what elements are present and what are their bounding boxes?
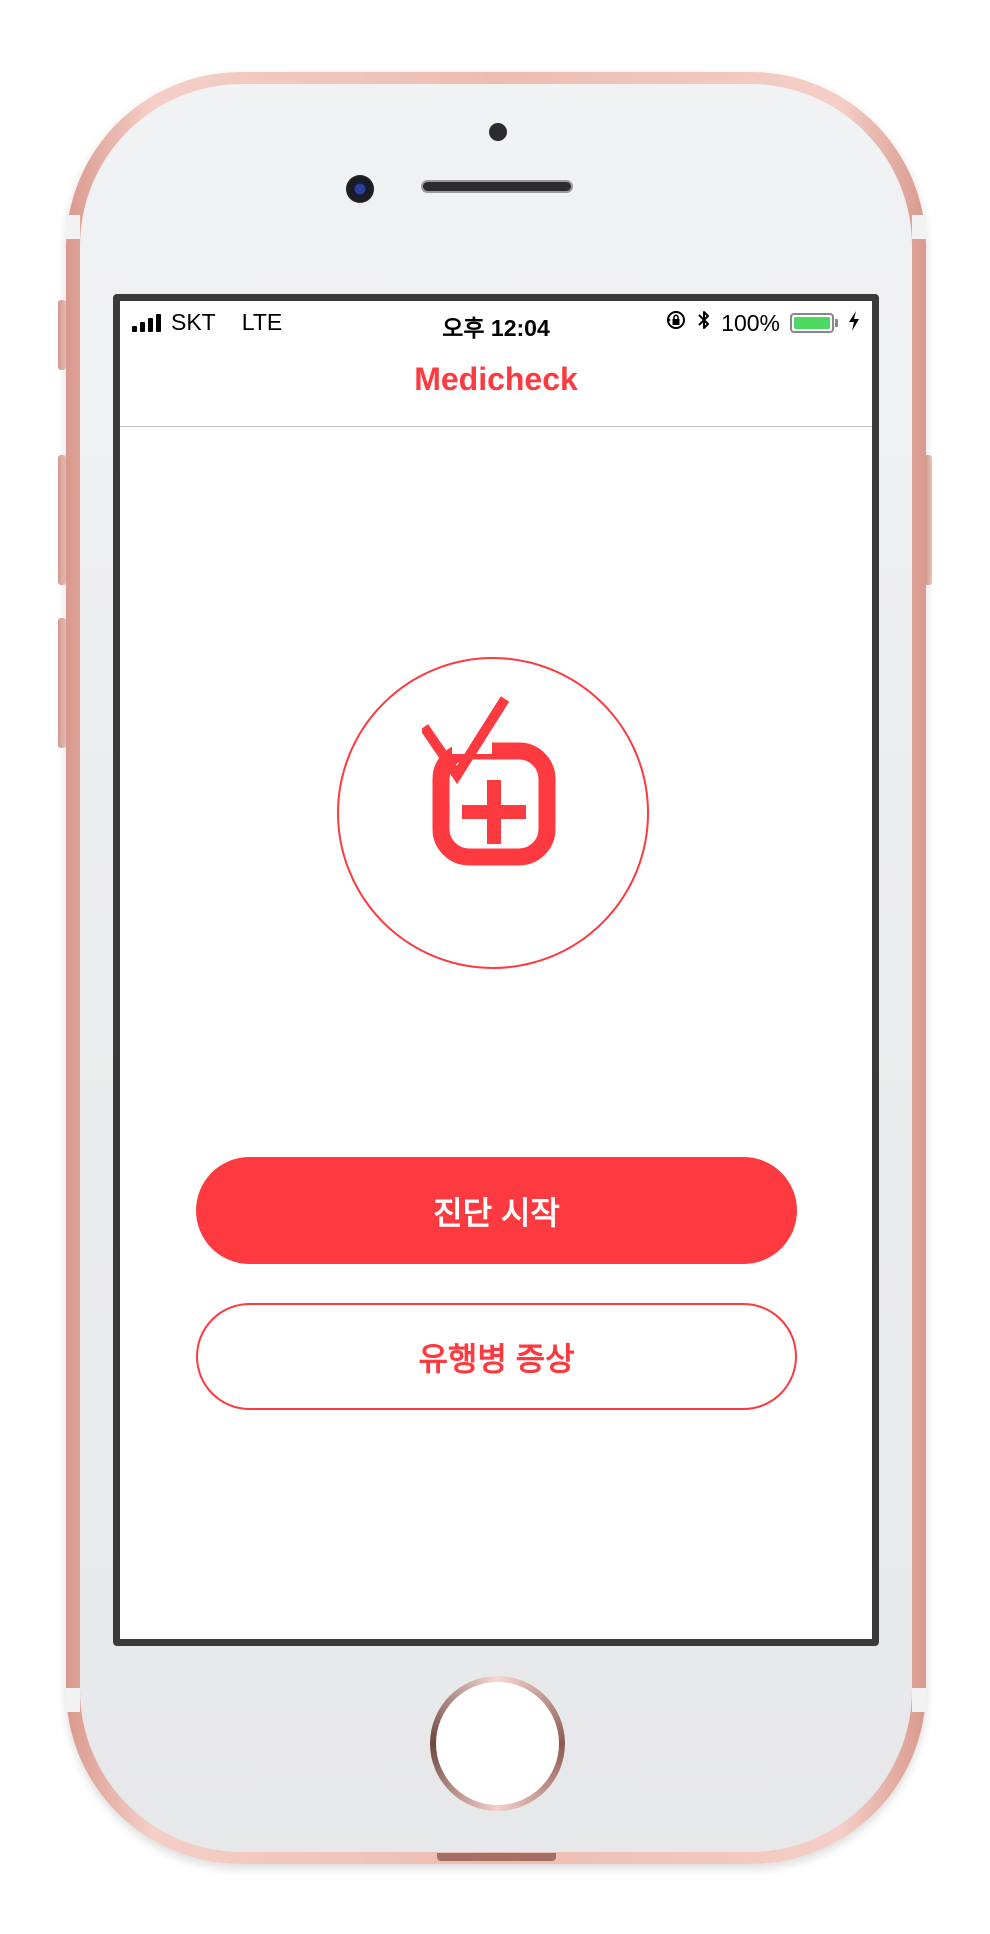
battery-icon xyxy=(790,313,838,333)
antenna-line xyxy=(66,1688,80,1712)
rotation-lock-icon xyxy=(665,309,687,337)
mute-switch xyxy=(58,300,66,370)
medical-check-icon xyxy=(422,696,556,866)
epidemic-symptoms-button[interactable]: 유행병 증상 xyxy=(196,1303,797,1410)
status-bar: SKT LTE 오후 12:04 100% xyxy=(120,301,872,341)
start-diagnosis-label: 진단 시작 xyxy=(433,1194,560,1231)
home-button[interactable] xyxy=(430,1676,565,1811)
device-frame: SKT LTE 오후 12:04 100% Medicheck 진단 시작 유행… xyxy=(0,0,990,1934)
volume-up-button xyxy=(58,455,66,585)
navigation-bar: Medicheck xyxy=(120,341,872,427)
epidemic-symptoms-label: 유행병 증상 xyxy=(418,1340,575,1377)
antenna-line xyxy=(912,1688,926,1712)
app-title: Medicheck xyxy=(414,361,578,397)
charging-bolt-icon xyxy=(848,310,860,337)
screen: SKT LTE 오후 12:04 100% Medicheck 진단 시작 유행… xyxy=(113,294,879,1646)
status-right: 100% xyxy=(665,309,860,337)
battery-level-fill xyxy=(794,317,830,329)
antenna-line xyxy=(912,215,926,239)
home-button-face xyxy=(436,1682,559,1805)
proximity-sensor xyxy=(489,123,507,141)
front-camera xyxy=(346,175,374,203)
app-screen: SKT LTE 오후 12:04 100% Medicheck 진단 시작 유행… xyxy=(120,301,872,1639)
battery-percent: 100% xyxy=(721,309,780,336)
bluetooth-icon xyxy=(697,309,711,337)
start-diagnosis-button[interactable]: 진단 시작 xyxy=(196,1157,797,1264)
antenna-line xyxy=(66,215,80,239)
bottom-edge xyxy=(437,1853,556,1861)
volume-down-button xyxy=(58,618,66,748)
earpiece-speaker xyxy=(421,180,573,193)
